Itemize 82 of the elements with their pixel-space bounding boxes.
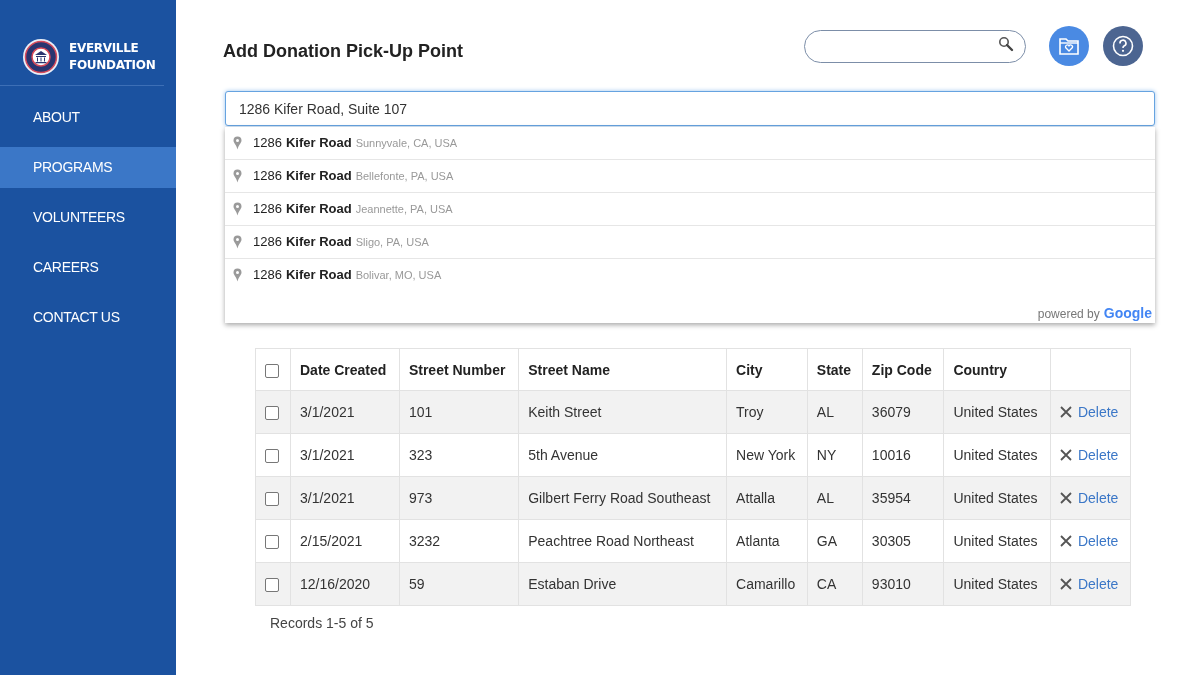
table-cell: United States (943, 433, 1051, 477)
pin-icon (233, 136, 242, 150)
table-cell: Attalla (726, 476, 808, 520)
suggestion-item[interactable]: 1286 Kifer Road Sligo, PA, USA (225, 226, 1155, 259)
nav-item[interactable]: PROGRAMS (0, 147, 176, 188)
checkbox[interactable] (265, 492, 279, 507)
table-cell: 35954 (862, 476, 944, 520)
nav-item[interactable]: CAREERS (0, 247, 176, 288)
column-header: Date Created (290, 348, 400, 391)
table-cell: 93010 (862, 562, 944, 606)
close-icon (1059, 405, 1072, 418)
brand-name: EVERVILLE (69, 40, 140, 57)
table-cell: Keith Street (518, 390, 727, 434)
column-header: Country (943, 348, 1051, 391)
pin-icon (233, 202, 242, 216)
table-cell: 323 (399, 433, 519, 477)
table-cell: Gilbert Ferry Road Southeast (518, 476, 727, 520)
table-cell: AL (807, 390, 863, 434)
checkbox[interactable] (265, 406, 279, 421)
pin-icon (233, 268, 242, 282)
table-cell: 5th Avenue (518, 433, 727, 477)
checkbox[interactable] (265, 578, 279, 593)
table-cell: New York (726, 433, 808, 477)
table-cell: Atlanta (726, 519, 808, 563)
checkbox[interactable] (265, 449, 279, 464)
search-icon (998, 35, 1014, 52)
column-header: Street Name (518, 348, 727, 391)
table-cell: 36079 (862, 390, 944, 434)
checkbox[interactable] (265, 535, 279, 550)
table-cell: 10016 (862, 433, 944, 477)
help-icon (1112, 35, 1134, 57)
table-cell: 3232 (399, 519, 519, 563)
close-icon (1059, 534, 1072, 547)
table-cell: GA (807, 519, 863, 563)
help-button[interactable] (1103, 26, 1143, 66)
address-field[interactable]: 1286 Kifer Road, Suite 107 (225, 91, 1155, 126)
table-cell: United States (943, 476, 1051, 520)
pin-icon (233, 235, 242, 249)
google-wordmark: Google (1103, 305, 1152, 321)
table-cell: Estaban Drive (518, 562, 727, 606)
suggestion-item[interactable]: 1286 Kifer Road Bolivar, MO, USA (225, 259, 1155, 291)
nav-item[interactable]: CONTACT US (0, 297, 176, 338)
column-header: City (726, 348, 808, 391)
pin-icon (233, 169, 242, 183)
table-cell: Peachtree Road Northeast (518, 519, 727, 563)
table-cell: Camarillo (726, 562, 808, 606)
records-count: Records 1-5 of 5 (269, 614, 375, 631)
table-cell: United States (943, 519, 1051, 563)
table-cell: 12/16/2020 (290, 562, 400, 606)
table-cell: 3/1/2021 (290, 433, 400, 477)
search-field[interactable] (804, 29, 1026, 63)
suggestion-item[interactable]: 1286 Kifer Road Sunnyvale, CA, USA (225, 127, 1155, 160)
table-cell: CA (807, 562, 863, 606)
donation-folder-button[interactable] (1049, 26, 1089, 66)
close-icon (1059, 448, 1072, 461)
attribution-text: powered by (1037, 307, 1100, 321)
suggestion-item[interactable]: 1286 Kifer Road Bellefonte, PA, USA (225, 160, 1155, 193)
close-icon (1059, 491, 1072, 504)
column-header: Zip Code (862, 348, 944, 391)
nav-item[interactable]: ABOUT (0, 97, 176, 138)
page-title: Add Donation Pick-Up Point (223, 40, 464, 62)
table-cell: 59 (399, 562, 519, 606)
checkbox[interactable] (265, 363, 279, 378)
brand-name: FOUNDATION (69, 57, 156, 74)
table-cell: 2/15/2021 (290, 519, 400, 563)
column-header: State (807, 348, 863, 391)
table-cell: 973 (399, 476, 519, 520)
table-cell: United States (943, 390, 1051, 434)
table-cell: 101 (399, 390, 519, 434)
table-cell: 3/1/2021 (290, 476, 400, 520)
column-header: Street Number (399, 348, 519, 391)
nav-item[interactable]: VOLUNTEERS (0, 197, 176, 238)
table-cell: 3/1/2021 (290, 390, 400, 434)
suggestion-item[interactable]: 1286 Kifer Road Jeannette, PA, USA (225, 193, 1155, 226)
table-cell: Troy (726, 390, 808, 434)
table-cell: NY (807, 433, 863, 477)
table-cell: AL (807, 476, 863, 520)
folder-heart-icon (1058, 36, 1080, 56)
logo-icon (22, 38, 60, 76)
table-cell: 30305 (862, 519, 944, 563)
close-icon (1059, 577, 1072, 590)
table-cell: United States (943, 562, 1051, 606)
